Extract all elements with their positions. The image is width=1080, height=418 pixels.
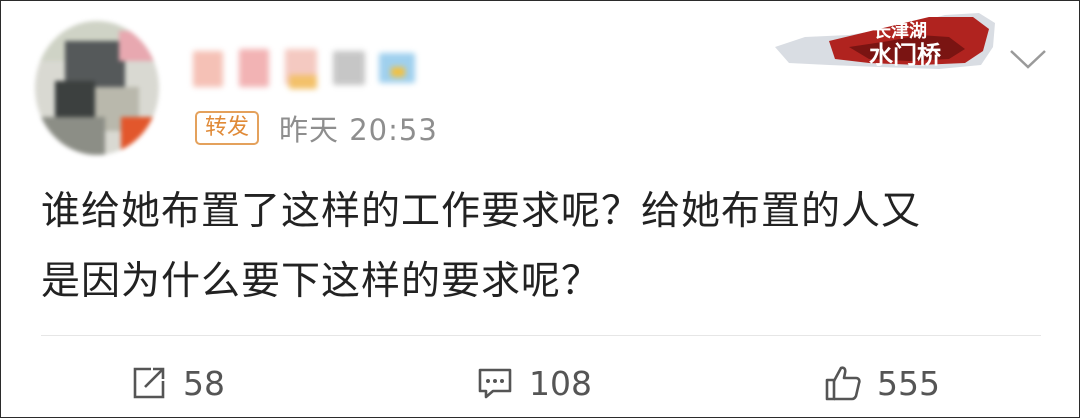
post-text-line-2: 是因为什么要下这样的要求呢？ [41, 259, 602, 304]
share-icon[interactable] [129, 363, 169, 403]
comment-count: 108 [529, 363, 592, 403]
timestamp: 昨天 20:53 [279, 113, 438, 147]
like-button[interactable]: 555 [823, 357, 940, 409]
comment-icon[interactable] [475, 363, 515, 403]
post-text: 谁给她布置了这样的工作要求呢？给她布置的人又 是因为什么要下这样的要求呢？ [41, 177, 1051, 317]
decoration-graphic: 长津湖 水门桥 [775, 13, 995, 69]
chevron-down-icon[interactable] [1007, 45, 1049, 73]
decoration-title-top: 长津湖 [873, 20, 927, 42]
forward-tag: 转发 [195, 111, 260, 145]
like-count: 555 [877, 363, 940, 403]
repost-count: 58 [183, 363, 225, 403]
post-card: 长津湖 水门桥 转发 昨天 20:53 谁给她布置了这样的工作要求呢？给她布置的… [0, 0, 1080, 418]
post-menu-button[interactable] [1007, 45, 1049, 73]
decoration-title-bottom: 水门桥 [869, 41, 942, 69]
divider [41, 335, 1041, 336]
comment-button[interactable]: 108 [475, 357, 592, 409]
post-text-line-1: 谁给她布置了这样的工作要求呢？给她布置的人又 [41, 189, 922, 234]
card-decoration: 长津湖 水门桥 [769, 7, 999, 73]
post-meta: 转发 昨天 20:53 [195, 109, 438, 147]
thumbs-up-icon[interactable] [823, 363, 863, 403]
avatar[interactable] [35, 21, 159, 155]
repost-button[interactable]: 58 [129, 357, 225, 409]
username[interactable] [193, 45, 423, 93]
